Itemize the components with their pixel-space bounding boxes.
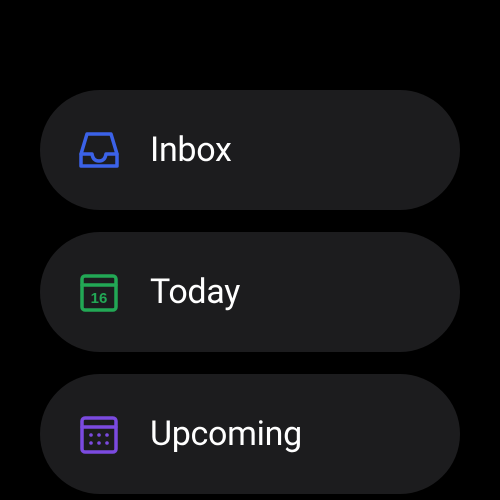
nav-item-label: Today [150,272,240,312]
calendar-upcoming-icon [76,411,122,457]
calendar-day-icon: 16 [76,269,122,315]
inbox-icon [76,127,122,173]
nav-item-today[interactable]: 16 Today [40,232,460,352]
nav-item-upcoming[interactable]: Upcoming [40,374,460,494]
nav-item-label: Inbox [150,130,232,170]
nav-item-label: Upcoming [150,414,302,454]
nav-item-inbox[interactable]: Inbox [40,90,460,210]
calendar-day-number: 16 [91,290,108,307]
